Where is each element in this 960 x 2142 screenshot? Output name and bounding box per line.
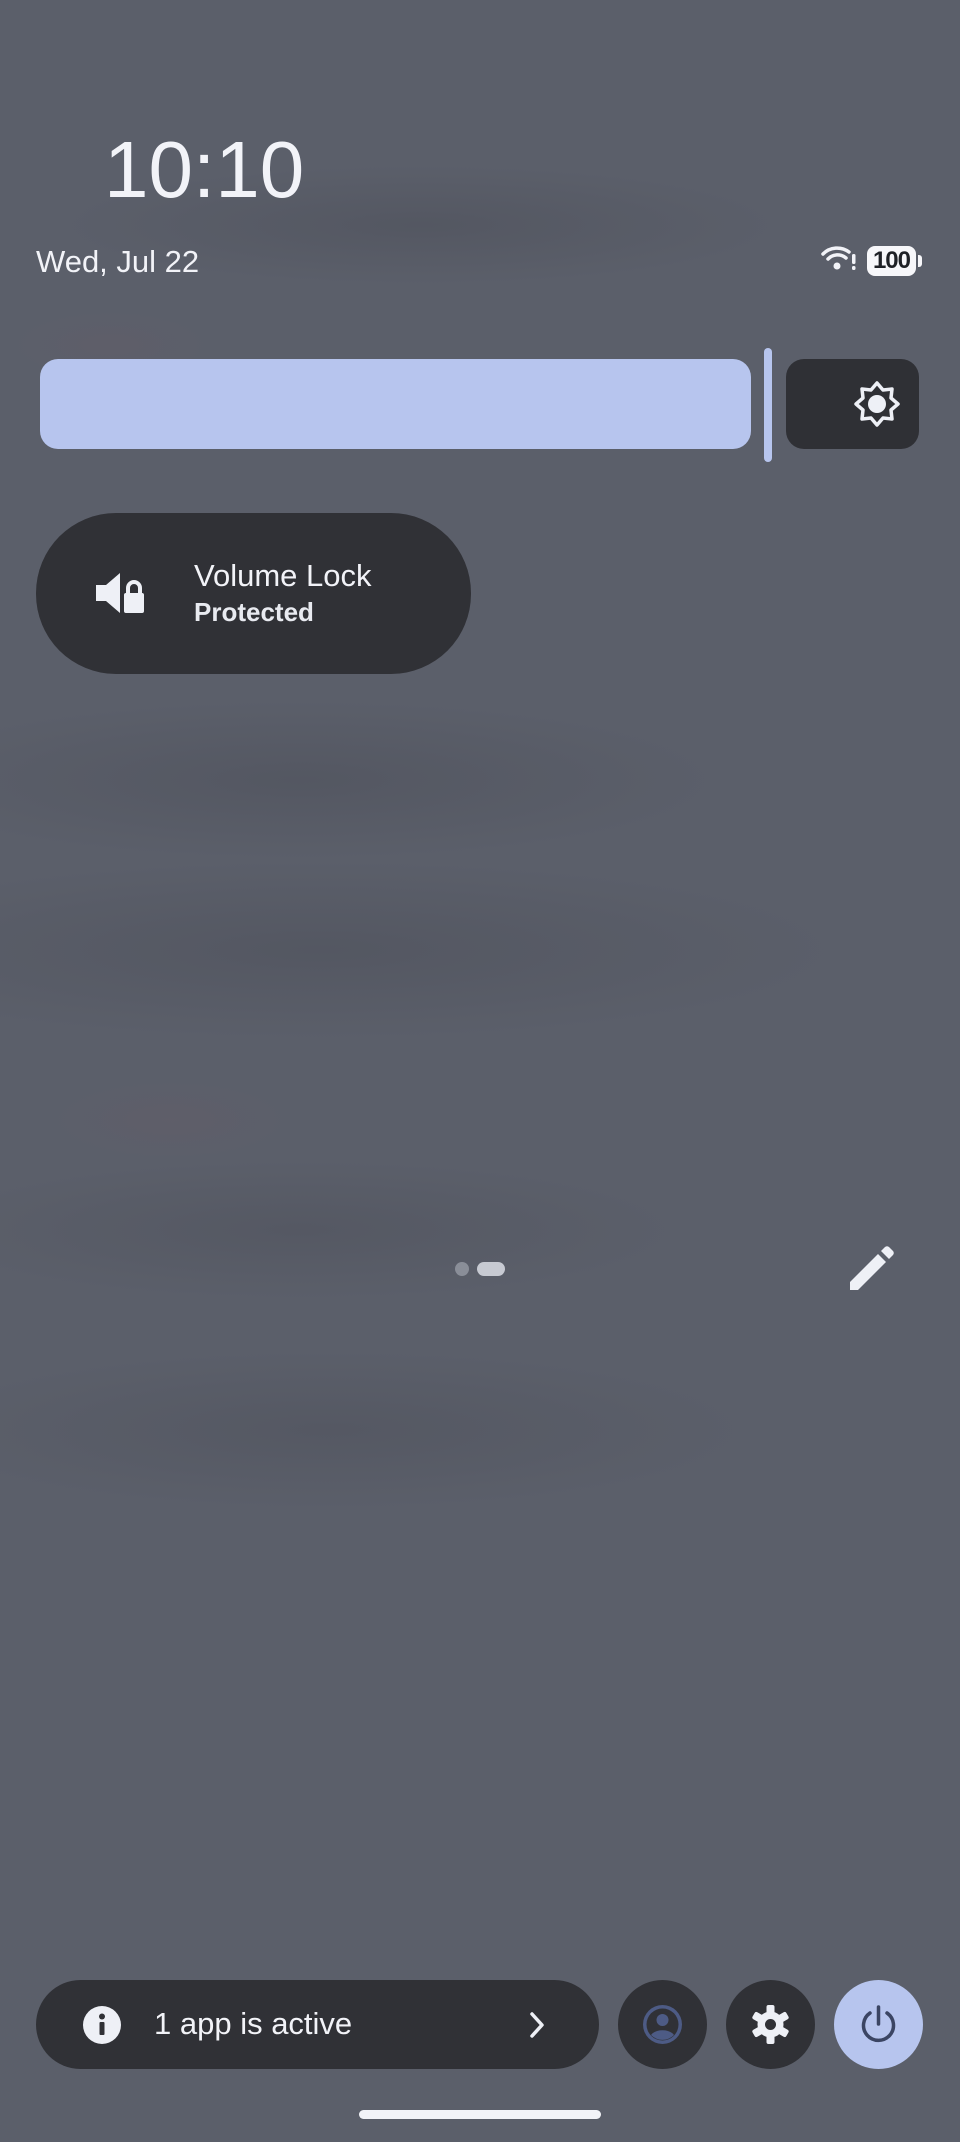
pencil-icon (844, 1246, 896, 1300)
power-button[interactable] (834, 1980, 923, 2069)
page-dot-2-active (477, 1262, 505, 1276)
tile-volume-lock[interactable]: Volume Lock Protected (36, 513, 471, 674)
clock[interactable]: 10:10 (104, 120, 304, 220)
settings-button[interactable] (726, 1980, 815, 2069)
page-indicator (455, 1262, 505, 1276)
brightness-button[interactable] (786, 359, 919, 449)
tile-subtitle: Protected (194, 597, 314, 627)
battery-tip (918, 254, 922, 267)
date[interactable]: Wed, Jul 22 (36, 242, 199, 282)
page-dot-1 (455, 1262, 469, 1276)
navigation-handle[interactable] (359, 2110, 601, 2119)
chevron-right-icon (527, 2010, 547, 2045)
edit-button[interactable] (844, 1244, 896, 1296)
brightness-slider-track[interactable] (40, 359, 751, 449)
status-icons: 100 (821, 244, 922, 277)
tile-title: Volume Lock (194, 558, 372, 593)
wifi-alert-icon (821, 244, 857, 277)
active-apps-button[interactable]: 1 app is active (36, 1980, 599, 2069)
blurred-background (0, 0, 960, 2142)
volume-lock-icon (92, 565, 148, 626)
user-switcher-button[interactable] (618, 1980, 707, 2069)
active-apps-label: 1 app is active (154, 2006, 353, 2041)
info-icon (82, 2005, 122, 2050)
brightness-slider-handle[interactable] (764, 348, 772, 462)
battery-indicator: 100 (866, 245, 922, 276)
battery-level: 100 (866, 245, 916, 276)
